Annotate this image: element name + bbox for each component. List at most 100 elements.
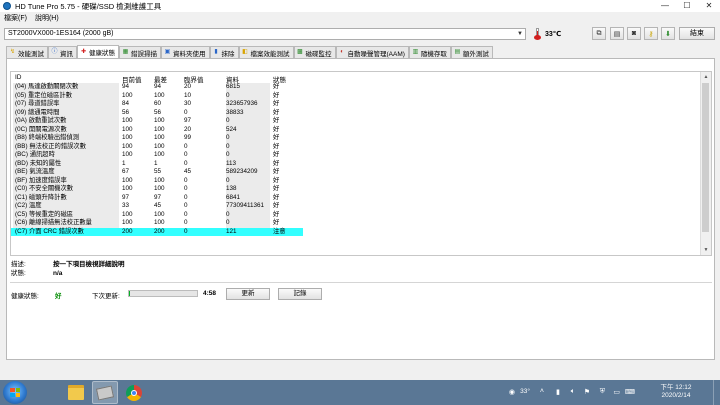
tab-erase[interactable]: ▮ 抹除: [209, 46, 239, 58]
table-row[interactable]: (B8) 終端校驗出錯偵測 100 100 99 0 好: [11, 134, 303, 143]
table-row[interactable]: (BB) 無法校正的錯誤次數 100 100 0 0 好: [11, 142, 303, 151]
cell-current: 94: [122, 83, 130, 90]
tab-random-access[interactable]: ▥ 隨機存取: [408, 46, 451, 58]
flag-icon[interactable]: ⚑: [584, 388, 590, 396]
cell-threshold: 0: [184, 142, 188, 150]
options-button[interactable]: ⚷: [644, 27, 658, 40]
tab-aam[interactable]: ◐ 自動噪聲管理(AAM): [335, 46, 409, 58]
tab-health[interactable]: ✚ 健康狀態: [77, 45, 119, 58]
table-row[interactable]: (BF) 加速度錯誤率 100 100 0 0 好: [11, 176, 303, 185]
system-clock[interactable]: 下午 12:12 2020/2/14: [656, 384, 696, 400]
cell-id: (C5) 等候重定的磁區: [15, 210, 74, 218]
random-access-icon: ▥: [412, 49, 419, 55]
table-row[interactable]: (C2) 溫度 33 45 0 77309411361 好: [11, 202, 303, 211]
volume-icon[interactable]: 🔈︎: [571, 388, 575, 396]
cell-current: 100: [122, 125, 133, 133]
drive-select[interactable]: ST2000VX000-1ES164 (2000 gB) ▼: [4, 28, 526, 40]
toolbar: ST2000VX000-1ES164 (2000 gB) ▼ 33℃ ⧉ ▤ ◙…: [0, 24, 720, 44]
keyboard-icon[interactable]: ⌨: [625, 388, 635, 396]
tray-temperature[interactable]: 33°: [520, 388, 530, 395]
network-icon[interactable]: ▮: [556, 388, 560, 396]
cell-worst: 100: [154, 176, 165, 184]
table-row[interactable]: (C0) 不安全關機次數 100 100 0 138 好: [11, 185, 303, 194]
table-row[interactable]: (C1) 磁頭升降計數 97 97 0 6841 好: [11, 193, 303, 202]
file-benchmark-icon: ◧: [242, 49, 248, 55]
minimize-button[interactable]: —: [654, 0, 676, 12]
cell-status: 好: [273, 168, 280, 175]
table-row[interactable]: (C7) 介面 CRC 錯誤次數 200 200 0 121 注意: [11, 227, 303, 236]
cell-status: 好: [273, 108, 280, 116]
cell-worst: 100: [154, 125, 165, 133]
security-icon[interactable]: ⛨: [600, 388, 605, 396]
tab-disk-monitor[interactable]: ▩ 磁碟監控: [293, 46, 336, 58]
row-background: [226, 117, 270, 126]
tab-extra-tests[interactable]: ▤ 額外測試: [450, 46, 493, 58]
scroll-down-icon[interactable]: ▼: [701, 245, 711, 255]
table-row[interactable]: (09) 總通電時間 56 56 0 38833 好: [11, 108, 303, 117]
cell-data: 0: [226, 91, 230, 99]
table-scrollbar[interactable]: ▲ ▼: [700, 72, 711, 255]
cell-current: 100: [122, 151, 133, 158]
table-row[interactable]: (07) 尋道錯誤率 84 60 30 323657936 好: [11, 100, 303, 109]
table-row[interactable]: (05) 重定位磁區計數 100 100 10 0 好: [11, 91, 303, 100]
exit-button[interactable]: 結束: [679, 27, 715, 40]
cell-status: 好: [273, 210, 280, 218]
smart-table[interactable]: ID 目前值 最差 臨界值 資料 狀態 (04) 馬達啟動關閉次數 94 94 20 6…: [10, 71, 712, 256]
tab-folder-usage[interactable]: ▣ 資料夾使用: [161, 46, 210, 58]
disk-monitor-icon: ▩: [297, 49, 303, 55]
battery-icon[interactable]: ▭: [613, 388, 620, 396]
cell-id: (BB) 無法校正的錯誤次數: [15, 142, 87, 150]
scroll-up-icon[interactable]: ▲: [701, 72, 711, 82]
cell-threshold: 0: [184, 151, 188, 158]
tab-error-scan[interactable]: ▦ 錯誤掃描: [119, 46, 161, 58]
row-background: [226, 134, 270, 143]
cell-current: 97: [122, 193, 130, 201]
cell-current: 200: [122, 227, 133, 235]
cell-threshold: 0: [184, 202, 188, 209]
description-label: 描述:: [11, 261, 26, 268]
screenshot-button[interactable]: ◙: [627, 27, 641, 40]
tray-app-icon[interactable]: ◉: [509, 388, 515, 396]
save-button[interactable]: ▤: [610, 27, 624, 40]
download-button[interactable]: ⬇: [661, 27, 675, 40]
cell-current: 100: [122, 219, 133, 226]
menu-file[interactable]: 檔案(F): [0, 12, 31, 23]
start-button[interactable]: [3, 381, 27, 404]
drive-select-value: ST2000VX000-1ES164 (2000 gB): [8, 30, 114, 37]
taskbar-explorer[interactable]: [63, 381, 89, 404]
maximize-button[interactable]: ☐: [676, 0, 698, 12]
taskbar-chrome[interactable]: [121, 381, 147, 404]
cell-id: (BE) 氣流溫度: [15, 168, 55, 175]
cell-id: (0C) 開關電源次數: [15, 125, 67, 133]
cell-data: 0: [226, 134, 230, 141]
table-row[interactable]: (C6) 離線掃描無法校正數量 100 100 0 0 好: [11, 219, 303, 228]
menu-help[interactable]: 說明(H): [31, 12, 63, 23]
tab-info[interactable]: ⓘ 資訊: [48, 46, 77, 58]
close-button[interactable]: ✕: [698, 0, 720, 12]
table-row[interactable]: (BE) 氣流溫度 67 55 45 589234209 好: [11, 168, 303, 177]
tray-expand-icon[interactable]: ˄: [540, 388, 544, 395]
table-row[interactable]: (0C) 開關電源次數 100 100 20 524 好: [11, 125, 303, 134]
tab-benchmark[interactable]: ↯ 效能測試: [6, 46, 48, 58]
cell-current: 67: [122, 168, 130, 175]
table-row[interactable]: (BC) 通訊超時 100 100 0 0 好: [11, 151, 303, 160]
log-button[interactable]: 記錄: [278, 288, 322, 300]
table-row[interactable]: (0A) 啟動重試次數 100 100 97 0 好: [11, 117, 303, 126]
cell-current: 100: [122, 134, 133, 141]
show-desktop-button[interactable]: [713, 380, 720, 405]
taskbar-hdtune[interactable]: [92, 381, 118, 404]
scrollbar-thumb[interactable]: [702, 83, 709, 232]
cell-data: 6815: [226, 83, 241, 90]
erase-icon: ▮: [214, 49, 218, 55]
cell-id: (C6) 離線掃描無法校正數量: [15, 219, 92, 226]
refresh-button[interactable]: 更新: [226, 288, 270, 300]
copy-info-button[interactable]: ⧉: [592, 27, 606, 40]
cell-worst: 100: [154, 142, 165, 150]
table-row[interactable]: (BD) 未知的屬性 1 1 0 113 好: [11, 159, 303, 168]
column-header-id[interactable]: ID: [15, 74, 22, 81]
table-row[interactable]: (04) 馬達啟動關閉次數 94 94 20 6815 好: [11, 83, 303, 92]
cell-id: (B8) 終端校驗出錯偵測: [15, 134, 80, 141]
cell-data: 113: [226, 159, 237, 167]
tab-file-benchmark[interactable]: ◧ 檔案效能測試: [238, 46, 294, 58]
table-row[interactable]: (C5) 等候重定的磁區 100 100 0 0 好: [11, 210, 303, 219]
